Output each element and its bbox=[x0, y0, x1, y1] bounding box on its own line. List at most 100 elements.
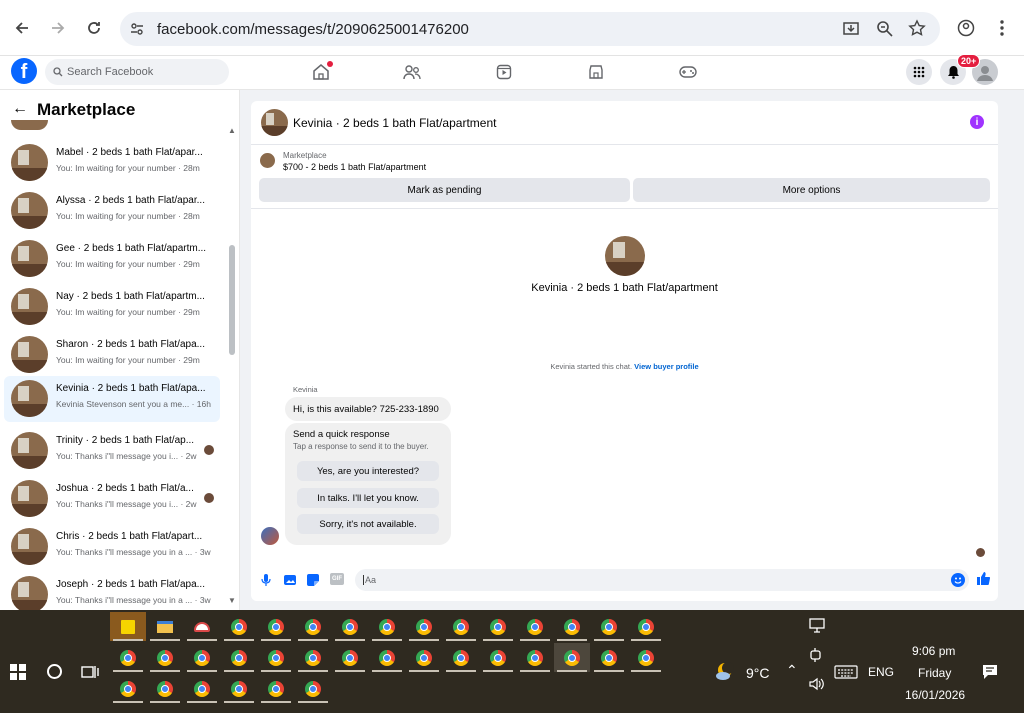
conversation-item[interactable]: Gee · 2 beds 1 bath Flat/apartm... You: I… bbox=[4, 236, 220, 282]
thumbs-up-icon[interactable] bbox=[976, 571, 991, 591]
gaming-icon[interactable] bbox=[678, 63, 698, 81]
show-hidden-icons-chevron-icon[interactable]: ⌃ bbox=[786, 662, 798, 679]
chrome-window-icon[interactable] bbox=[221, 643, 257, 672]
site-settings-icon[interactable] bbox=[130, 22, 144, 41]
chrome-window-icon[interactable] bbox=[184, 674, 220, 703]
microphone-icon[interactable] bbox=[261, 573, 271, 592]
chrome-window-icon[interactable] bbox=[147, 643, 183, 672]
chrome-window-icon[interactable] bbox=[258, 643, 294, 672]
scroll-down-icon[interactable]: ▼ bbox=[228, 596, 236, 605]
listing-thumbnail[interactable] bbox=[260, 153, 275, 168]
more-options-button[interactable]: More options bbox=[633, 178, 990, 202]
scroll-up-icon[interactable]: ▲ bbox=[228, 126, 236, 135]
emoji-icon[interactable] bbox=[951, 573, 965, 587]
conversation-item[interactable]: Sharon · 2 beds 1 bath Flat/apa... You: I… bbox=[4, 332, 220, 378]
address-bar[interactable]: facebook.com/messages/t/2090625001476200 bbox=[120, 12, 940, 46]
chrome-window-icon[interactable] bbox=[258, 612, 294, 641]
conversation-item[interactable]: Trinity · 2 beds 1 bath Flat/ap... You: T… bbox=[4, 428, 220, 474]
profile-avatar[interactable] bbox=[605, 236, 645, 276]
clock-day[interactable]: Friday bbox=[918, 666, 951, 680]
chrome-window-icon[interactable] bbox=[221, 674, 257, 703]
zoom-icon[interactable] bbox=[876, 20, 894, 43]
chrome-window-icon[interactable] bbox=[147, 674, 183, 703]
chrome-window-icon[interactable] bbox=[443, 643, 479, 672]
quick-response-yes-button[interactable]: Yes, are you interested? bbox=[297, 461, 439, 481]
info-icon[interactable]: i bbox=[970, 115, 984, 129]
chrome-window-icon[interactable] bbox=[295, 612, 331, 641]
forward-arrow-icon[interactable] bbox=[44, 14, 72, 42]
home-icon[interactable] bbox=[311, 61, 333, 81]
windows-start-icon[interactable] bbox=[10, 664, 26, 685]
chrome-window-icon[interactable] bbox=[110, 674, 146, 703]
chrome-window-icon[interactable] bbox=[554, 612, 590, 641]
mark-pending-button[interactable]: Mark as pending bbox=[259, 178, 630, 202]
sticky-notes-icon[interactable] bbox=[110, 612, 146, 641]
chrome-window-icon[interactable] bbox=[221, 612, 257, 641]
meet-now-icon[interactable] bbox=[808, 647, 824, 668]
chrome-window-icon[interactable] bbox=[295, 643, 331, 672]
chrome-window-icon[interactable] bbox=[332, 643, 368, 672]
marketplace-icon[interactable] bbox=[586, 63, 606, 81]
profile-icon[interactable] bbox=[952, 14, 980, 42]
weather-icon[interactable] bbox=[714, 660, 736, 682]
conversation-item[interactable]: Chris · 2 beds 1 bath Flat/apart... You: … bbox=[4, 524, 220, 570]
chrome-window-icon[interactable] bbox=[480, 643, 516, 672]
install-app-icon[interactable] bbox=[842, 20, 860, 43]
clock-time[interactable]: 9:06 pm bbox=[912, 644, 955, 658]
quick-response-talks-button[interactable]: In talks. I'll let you know. bbox=[297, 488, 439, 508]
conversation-item[interactable]: Alyssa · 2 beds 1 bath Flat/apar... You: … bbox=[4, 188, 220, 234]
search-input[interactable]: Search Facebook bbox=[45, 59, 229, 85]
chrome-window-icon[interactable] bbox=[184, 643, 220, 672]
file-explorer-icon[interactable] bbox=[147, 612, 183, 641]
chrome-window-icon[interactable] bbox=[406, 643, 442, 672]
chrome-window-icon[interactable] bbox=[591, 643, 627, 672]
url-text[interactable]: facebook.com/messages/t/2090625001476200 bbox=[157, 21, 469, 38]
video-icon[interactable] bbox=[494, 63, 514, 81]
task-view-icon[interactable] bbox=[81, 664, 99, 685]
view-buyer-profile-link[interactable]: View buyer profile bbox=[634, 362, 698, 371]
conversation-item[interactable]: Kevinia · 2 beds 1 bath Flat/apa... Kevin… bbox=[4, 376, 220, 422]
language-indicator[interactable]: ENG bbox=[868, 665, 894, 679]
chrome-window-icon[interactable] bbox=[369, 643, 405, 672]
chrome-window-icon[interactable] bbox=[295, 674, 331, 703]
chrome-window-icon[interactable] bbox=[369, 612, 405, 641]
volume-icon[interactable] bbox=[808, 676, 826, 697]
chrome-window-icon[interactable] bbox=[591, 612, 627, 641]
chrome-window-icon[interactable] bbox=[406, 612, 442, 641]
sender-avatar[interactable] bbox=[261, 527, 279, 545]
chat-title[interactable]: Kevinia · 2 beds 1 bath Flat/apartment bbox=[293, 116, 496, 130]
conversation-item[interactable]: Joshua · 2 beds 1 bath Flat/a... You: Tha… bbox=[4, 476, 220, 522]
search-circle-icon[interactable] bbox=[47, 664, 62, 679]
chrome-window-icon[interactable] bbox=[480, 612, 516, 641]
chrome-window-icon[interactable] bbox=[517, 612, 553, 641]
weather-temperature[interactable]: 9°C bbox=[746, 665, 770, 681]
listing-title[interactable]: $700 - 2 beds 1 bath Flat/apartment bbox=[283, 162, 426, 172]
chrome-window-icon[interactable] bbox=[258, 674, 294, 703]
friends-icon[interactable] bbox=[402, 63, 422, 81]
chrome-window-icon[interactable] bbox=[554, 643, 590, 672]
chrome-window-icon[interactable] bbox=[628, 612, 664, 641]
bookmark-star-icon[interactable] bbox=[908, 19, 926, 42]
browser-menu-icon[interactable] bbox=[988, 14, 1016, 42]
back-arrow-icon[interactable]: ← bbox=[12, 100, 28, 118]
chrome-window-icon[interactable] bbox=[332, 612, 368, 641]
menu-grid-icon[interactable] bbox=[906, 59, 932, 85]
sticker-icon[interactable] bbox=[306, 573, 320, 592]
clock-date[interactable]: 16/01/2026 bbox=[905, 688, 965, 702]
reload-icon[interactable] bbox=[80, 14, 108, 42]
chat-avatar[interactable] bbox=[261, 109, 288, 136]
notification-center-icon[interactable] bbox=[982, 664, 998, 685]
quick-response-not-available-button[interactable]: Sorry, it's not available. bbox=[297, 514, 439, 534]
chrome-window-icon[interactable] bbox=[443, 612, 479, 641]
photo-icon[interactable] bbox=[283, 573, 297, 592]
sidebar-scrollbar[interactable] bbox=[229, 245, 235, 355]
back-arrow-icon[interactable] bbox=[8, 14, 36, 42]
chrome-window-icon[interactable] bbox=[110, 643, 146, 672]
message-bubble[interactable]: Hi, is this available? 725-233-1890 bbox=[285, 397, 451, 421]
conversation-item[interactable]: Mabel · 2 beds 1 bath Flat/apar... You: I… bbox=[4, 140, 220, 186]
gif-icon[interactable]: GIF bbox=[330, 573, 344, 585]
chrome-window-icon[interactable] bbox=[517, 643, 553, 672]
conversation-item[interactable]: Nay · 2 beds 1 bath Flat/apartm... You: I… bbox=[4, 284, 220, 330]
chrome-window-icon[interactable] bbox=[628, 643, 664, 672]
keyboard-icon[interactable] bbox=[834, 665, 858, 684]
